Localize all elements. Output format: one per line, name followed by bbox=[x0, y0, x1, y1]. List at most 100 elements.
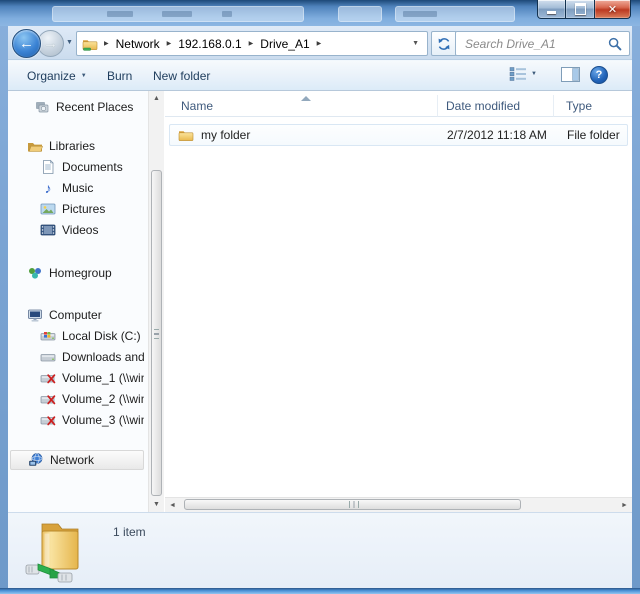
sidebar-item-pictures[interactable]: Pictures bbox=[10, 199, 144, 219]
back-button[interactable]: ← bbox=[12, 29, 41, 58]
forward-button[interactable]: → bbox=[37, 30, 64, 57]
sidebar-item-label: Volume_2 (\\win bbox=[62, 392, 144, 406]
libraries-icon bbox=[27, 138, 43, 154]
sidebar-item-videos[interactable]: Videos bbox=[10, 220, 144, 240]
drive-icon bbox=[40, 349, 56, 365]
window-bottom-border bbox=[0, 588, 640, 594]
refresh-button[interactable] bbox=[431, 31, 457, 56]
scroll-right-icon: ► bbox=[621, 502, 628, 509]
column-headers: Name Date modified Type bbox=[165, 91, 632, 117]
horizontal-scrollbar[interactable]: ◄ ► bbox=[165, 497, 632, 512]
views-icon bbox=[509, 66, 527, 82]
organize-button[interactable]: Organize ▼ bbox=[20, 65, 94, 87]
details-pane: 1 item bbox=[8, 512, 632, 588]
back-arrow-icon: ← bbox=[19, 36, 34, 51]
shared-folder-icon bbox=[82, 36, 98, 52]
preview-pane-button[interactable] bbox=[561, 67, 580, 82]
burn-button[interactable]: Burn bbox=[100, 65, 139, 87]
new-folder-button[interactable]: New folder bbox=[146, 65, 217, 87]
computer-icon bbox=[27, 307, 43, 323]
file-list-pane: Name Date modified Type my folder 2/7/20… bbox=[165, 91, 632, 512]
breadcrumb-host[interactable]: 192.168.0.1 bbox=[177, 35, 242, 53]
sidebar-item-label: Computer bbox=[49, 308, 102, 322]
column-header-date-modified[interactable]: Date modified bbox=[438, 95, 554, 117]
chevron-down-icon: ▼ bbox=[531, 71, 537, 77]
sidebar-item-label: Volume_1 (\\win bbox=[62, 371, 144, 385]
sidebar-item-computer[interactable]: Computer bbox=[10, 305, 144, 325]
scroll-down-icon: ▼ bbox=[153, 501, 160, 508]
horizontal-scrollbar-thumb[interactable] bbox=[184, 499, 521, 510]
breadcrumb-separator-icon: ▶ bbox=[98, 40, 115, 47]
pictures-icon bbox=[40, 201, 56, 217]
breadcrumb-separator-icon: ▶ bbox=[161, 40, 178, 47]
breadcrumb-separator-icon: ▶ bbox=[311, 40, 328, 47]
sidebar-scrollbar-thumb[interactable] bbox=[151, 170, 162, 496]
burn-label: Burn bbox=[107, 69, 132, 83]
sidebar-item-label: Homegroup bbox=[49, 266, 112, 280]
item-count-label: 1 item bbox=[113, 525, 146, 539]
search-icon[interactable] bbox=[607, 36, 623, 52]
sidebar-item-label: Local Disk (C:) bbox=[62, 329, 141, 343]
sidebar-item-label: Network bbox=[50, 453, 94, 467]
sidebar-item-label: Libraries bbox=[49, 139, 95, 153]
scroll-left-icon: ◄ bbox=[169, 502, 176, 509]
sidebar-item-libraries[interactable]: Libraries bbox=[10, 136, 144, 156]
address-breadcrumb-bar[interactable]: ▶ Network ▶ 192.168.0.1 ▶ Drive_A1 ▶ ▼ bbox=[76, 31, 428, 56]
column-header-type[interactable]: Type bbox=[554, 95, 632, 117]
minimize-icon bbox=[547, 11, 556, 14]
file-type: File folder bbox=[567, 128, 620, 142]
scroll-left-button[interactable]: ◄ bbox=[165, 498, 180, 513]
sidebar-item-volume-3[interactable]: Volume_3 (\\win bbox=[10, 410, 144, 430]
organize-label: Organize bbox=[27, 69, 76, 83]
titlebar-ghost-reflection bbox=[338, 6, 382, 22]
sort-ascending-icon bbox=[301, 96, 311, 101]
network-shared-folder-icon bbox=[24, 516, 94, 589]
sidebar-item-homegroup[interactable]: Homegroup bbox=[10, 263, 144, 283]
search-box bbox=[455, 31, 630, 56]
sidebar-item-music[interactable]: ♪ Music bbox=[10, 178, 144, 198]
local-disk-icon bbox=[40, 328, 56, 344]
minimize-button[interactable] bbox=[537, 0, 566, 19]
sidebar-item-local-disk-c[interactable]: Local Disk (C:) bbox=[10, 326, 144, 346]
sidebar-item-volume-2[interactable]: Volume_2 (\\win bbox=[10, 389, 144, 409]
sidebar-item-label: Downloads and M bbox=[62, 350, 144, 364]
breadcrumb-network[interactable]: Network bbox=[115, 35, 161, 53]
navigation-pane: Recent Places Libraries Documents ♪ Musi… bbox=[8, 91, 148, 512]
titlebar-ghost-reflection bbox=[395, 6, 515, 22]
help-button[interactable]: ? bbox=[590, 66, 608, 84]
chevron-down-icon: ▼ bbox=[81, 73, 87, 79]
sidebar-item-network[interactable]: Network bbox=[10, 450, 144, 470]
scroll-up-button[interactable]: ▲ bbox=[149, 91, 164, 106]
scroll-up-icon: ▲ bbox=[153, 95, 160, 102]
window-controls: ✕ bbox=[537, 0, 631, 19]
sidebar-scrollbar[interactable]: ▲ ▼ bbox=[148, 91, 164, 512]
sidebar-item-volume-1[interactable]: Volume_1 (\\win bbox=[10, 368, 144, 388]
scroll-right-button[interactable]: ► bbox=[617, 498, 632, 513]
sidebar-item-documents[interactable]: Documents bbox=[10, 157, 144, 177]
close-icon: ✕ bbox=[608, 3, 617, 16]
folder-icon bbox=[178, 127, 194, 143]
search-input[interactable] bbox=[456, 37, 607, 51]
change-view-button[interactable]: ▼ bbox=[509, 66, 537, 82]
sidebar-item-downloads-drive[interactable]: Downloads and M bbox=[10, 347, 144, 367]
scroll-down-button[interactable]: ▼ bbox=[149, 497, 164, 512]
disconnected-drive-icon bbox=[40, 391, 56, 407]
videos-icon bbox=[40, 222, 56, 238]
close-button[interactable]: ✕ bbox=[595, 0, 631, 19]
history-dropdown-caret-icon[interactable]: ▼ bbox=[66, 39, 73, 46]
file-date-modified: 2/7/2012 11:18 AM bbox=[447, 128, 547, 142]
breadcrumb-drive[interactable]: Drive_A1 bbox=[259, 35, 310, 53]
address-dropdown-caret-icon[interactable]: ▼ bbox=[412, 40, 419, 47]
file-row-my-folder[interactable]: my folder 2/7/2012 11:18 AM File folder bbox=[169, 124, 628, 146]
help-icon: ? bbox=[596, 69, 603, 81]
recent-places-icon bbox=[34, 99, 50, 115]
column-header-name[interactable]: Name bbox=[165, 95, 438, 117]
sidebar-item-recent-places[interactable]: Recent Places bbox=[10, 97, 144, 117]
homegroup-icon bbox=[27, 265, 43, 281]
maximize-button[interactable] bbox=[566, 0, 595, 19]
scrollbar-grip bbox=[154, 329, 159, 339]
titlebar[interactable]: ✕ bbox=[0, 0, 640, 26]
content-area: Recent Places Libraries Documents ♪ Musi… bbox=[8, 91, 632, 512]
sidebar-item-label: Pictures bbox=[62, 202, 105, 216]
sidebar-item-label: Recent Places bbox=[56, 100, 133, 114]
